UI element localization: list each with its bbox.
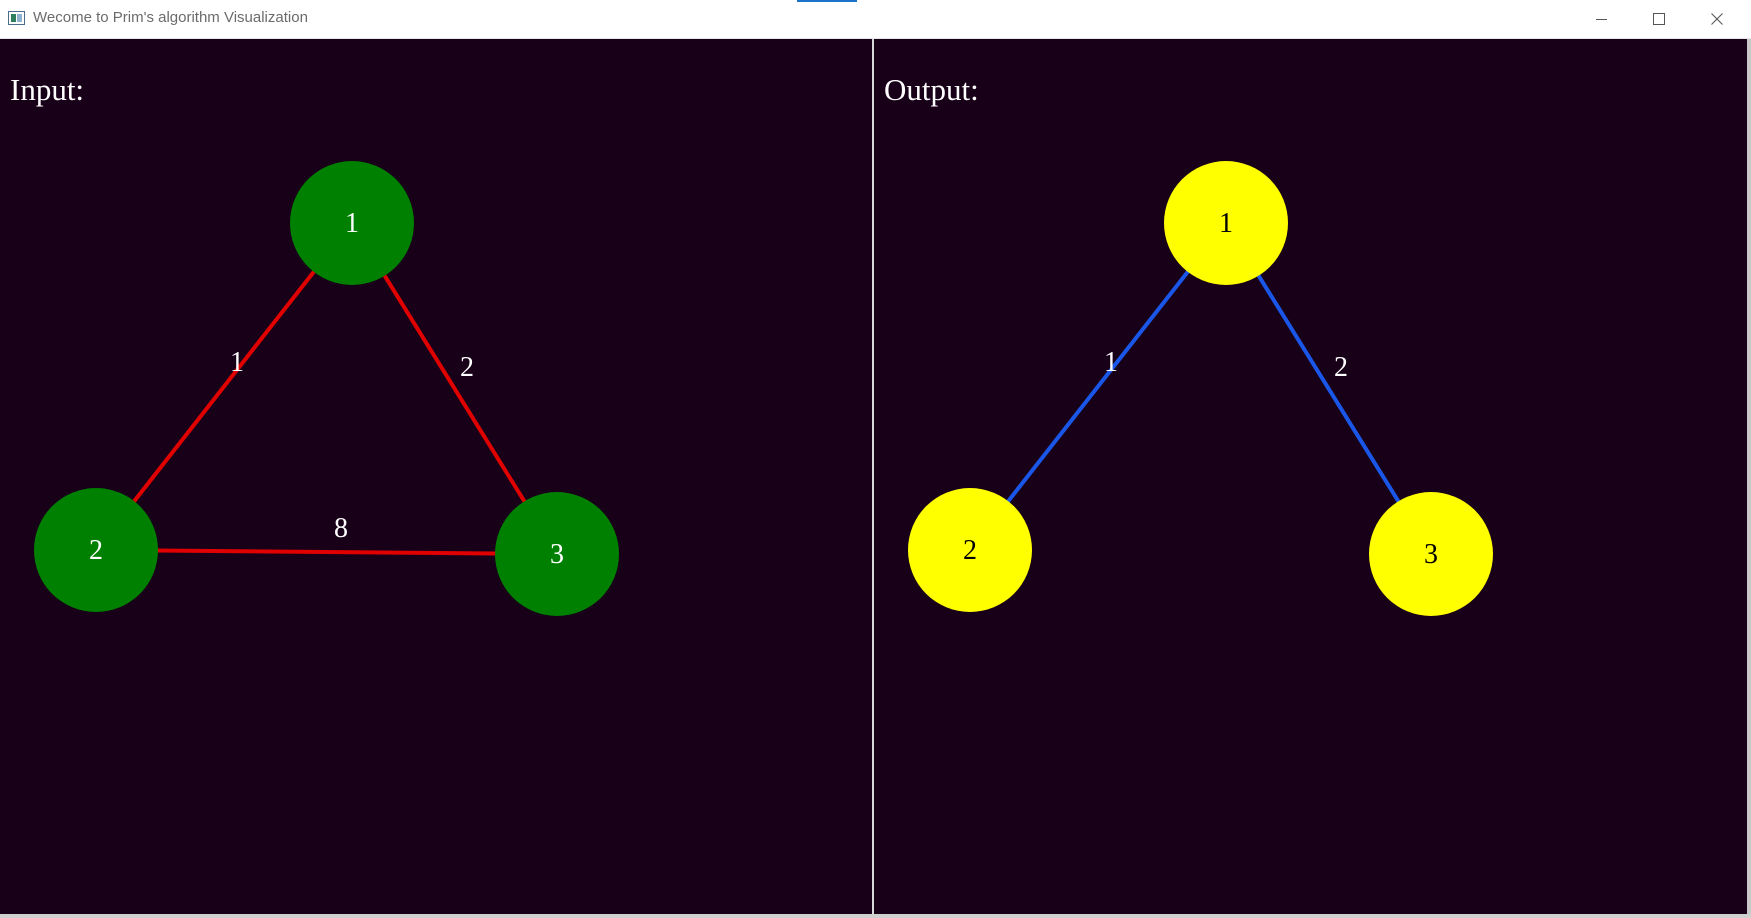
window-bottom-edge	[0, 914, 1751, 918]
app-window: Wecome to Prim's algorithm Visualization…	[0, 0, 1751, 918]
output-node-label-3: 3	[1424, 539, 1438, 570]
input-graph-canvas: 1 2 8 1 2 3	[34, 161, 619, 616]
input-edge-2-3	[95, 548, 558, 556]
app-icon	[8, 11, 25, 25]
output-edge-weight-1-3: 2	[1334, 352, 1348, 383]
output-graph-canvas: 1 2 1 2 3	[908, 161, 1493, 616]
input-node-label-1: 1	[345, 208, 359, 239]
output-node-label-1: 1	[1219, 208, 1233, 239]
input-edge-weight-1-3: 2	[460, 352, 474, 383]
taskbar-accent	[797, 0, 857, 2]
input-panel: Input: 128123	[0, 39, 872, 914]
minimize-icon	[1596, 19, 1607, 20]
window-right-edge	[1747, 39, 1751, 918]
input-edge-weight-2-3: 8	[334, 513, 348, 544]
input-edge-1-2	[94, 221, 354, 552]
input-edge-weight-1-2: 1	[230, 347, 244, 378]
output-panel: Output: 12123	[874, 39, 1747, 914]
output-node-label-2: 2	[963, 535, 977, 566]
window-title: Wecome to Prim's algorithm Visualization	[33, 9, 308, 26]
close-button[interactable]	[1688, 0, 1746, 39]
output-edge-weight-1-2: 1	[1104, 347, 1118, 378]
output-edge-1-2	[968, 221, 1228, 552]
input-node-label-2: 2	[89, 535, 103, 566]
title-bar[interactable]: Wecome to Prim's algorithm Visualization	[0, 0, 1751, 39]
maximize-icon	[1653, 13, 1665, 25]
close-icon	[1711, 13, 1723, 25]
input-node-label-3: 3	[550, 539, 564, 570]
minimize-button[interactable]	[1572, 0, 1630, 39]
maximize-button[interactable]	[1630, 0, 1688, 39]
